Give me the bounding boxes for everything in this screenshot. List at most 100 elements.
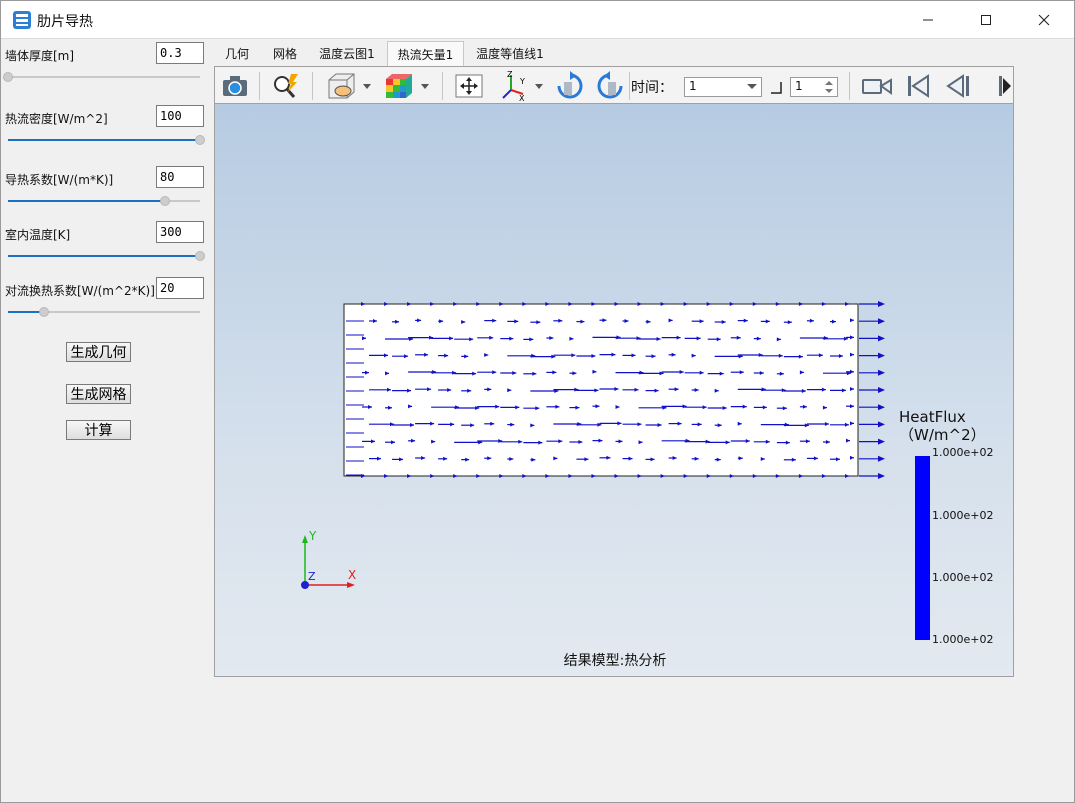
legend-tick: 1.000e+02 [932,446,994,459]
slider-thumb[interactable] [39,307,50,317]
outflow-vector-head [878,352,885,359]
rotate-ccw-icon [597,71,623,99]
maximize-icon [981,15,991,25]
rotate-ccw-button[interactable] [593,70,627,102]
conductivity-input[interactable] [156,166,204,188]
tab-heat-flux-vector[interactable]: 热流矢量1 [387,41,464,66]
axes-triad: Y X Z [301,529,356,589]
svg-text:Y: Y [519,77,525,86]
legend-tick: 1.000e+02 [932,633,994,646]
z-axis-label: Z [308,570,316,583]
outflow-vector-head [878,473,885,479]
spin-arrows-icon[interactable] [825,81,833,93]
legend-title: HeatFlux （W/m^2） [899,408,986,444]
y-axis-label: Y [308,529,317,543]
outflow-vector-head [878,301,885,307]
outflow-vector-head [878,438,885,445]
heat-flux-label: 热流密度[W/m^2] [5,112,108,126]
generate-mesh-button[interactable]: 生成网格 [66,384,131,404]
minimize-icon [923,19,933,21]
tab-temperature-contour[interactable]: 温度云图1 [314,41,380,66]
tab-geometry[interactable]: 几何 [217,41,257,66]
legend-quantity: HeatFlux [899,408,966,426]
viewport-caption: 结果模型:热分析 [563,653,667,669]
legend-tick: 1.000e+02 [932,571,994,584]
x-axis-label: X [348,568,356,582]
chevron-down-icon [747,84,757,89]
step-spinbox-value: 1 [795,79,803,93]
next-frame-button[interactable] [995,70,1013,102]
time-label: 时间： [631,80,673,96]
rotate-cw-icon [557,71,583,99]
record-button[interactable] [857,70,897,102]
result-viewport[interactable]: Y X Z HeatFlux （W/m^2） 1.000e+02 1.000e+… [214,104,1014,677]
rotate-cw-button[interactable] [553,70,587,102]
fit-view-icon [455,74,483,98]
conductivity-label: 导热系数[W/(m*K)] [5,173,114,187]
title-bar: 肋片导热 [1,1,1074,39]
camera-icon [223,76,247,96]
slider-thumb[interactable] [195,251,205,261]
wall-thickness-slider[interactable] [3,71,200,83]
close-button[interactable] [1015,1,1073,39]
app-window: 肋片导热 墙体厚度[m] 热流密度[W/m^2] 导热系数[W/(m*K)] 室… [0,0,1075,803]
compute-button[interactable]: 计算 [66,420,131,440]
step-corner-icon [771,82,782,94]
clip-plane-dropdown[interactable] [323,70,375,102]
clip-plane-icon [328,73,371,99]
fit-view-button[interactable] [451,70,487,102]
convection-coef-slider[interactable] [8,306,200,318]
step-spinbox[interactable]: 1 [790,77,838,97]
color-map-dropdown[interactable] [381,70,433,102]
wall-thickness-input[interactable] [156,42,204,64]
window-title: 肋片导热 [37,14,93,30]
convection-coef-input[interactable] [156,277,204,299]
first-frame-icon [908,74,929,98]
record-icon [862,78,892,95]
outflow-vector-head [878,335,885,342]
tab-mesh[interactable]: 网格 [264,41,306,66]
time-select[interactable]: 1 [684,77,762,97]
view-orientation-dropdown[interactable]: ZYX [497,70,547,102]
heat-flux-input[interactable] [156,105,204,127]
slider-thumb[interactable] [160,196,171,206]
outflow-vector-head [878,387,885,393]
maximize-button[interactable] [957,1,1015,39]
generate-geometry-button[interactable]: 生成几何 [66,342,131,362]
heat-flux-slider[interactable] [8,134,205,146]
slider-thumb[interactable] [3,72,13,82]
legend-tick: 1.000e+02 [932,509,994,522]
prev-frame-button[interactable] [941,70,975,102]
indoor-temp-slider[interactable] [8,250,205,262]
outflow-vector-head [878,404,885,411]
indoor-temp-input[interactable] [156,221,204,243]
conductivity-slider[interactable] [8,195,200,207]
first-frame-button[interactable] [901,70,935,102]
app-icon [12,10,32,30]
outflow-vector-head [878,318,885,325]
tab-temperature-isolines[interactable]: 温度等值线1 [471,41,549,66]
prev-frame-icon [946,74,969,98]
heat-flux-vector-plot: Y X Z [301,301,885,589]
close-icon [1038,14,1050,26]
query-icon [274,74,298,98]
outflow-vector-head [878,455,885,462]
svg-text:X: X [519,94,525,102]
svg-text:Z: Z [507,70,513,79]
legend-unit: （W/m^2） [899,426,986,444]
screenshot-button[interactable] [219,70,251,102]
time-select-value: 1 [689,79,697,93]
outflow-vector-head [878,369,885,376]
query-button[interactable] [269,70,303,102]
minimize-button[interactable] [899,1,957,39]
indoor-temp-label: 室内温度[K] [5,228,71,242]
wall-thickness-label: 墙体厚度[m] [5,49,75,63]
next-frame-icon [999,76,1011,96]
viewer-toolbar: ZYX 时间： 1 1 [214,66,1014,104]
axes-orient-icon: ZYX [502,70,543,102]
outflow-vector-head [878,421,885,428]
legend-color-bar [915,456,930,640]
slider-thumb[interactable] [195,135,205,145]
convection-coef-label: 对流换热系数[W/(m^2*K)] [5,284,155,298]
color-cube-icon [386,74,429,98]
